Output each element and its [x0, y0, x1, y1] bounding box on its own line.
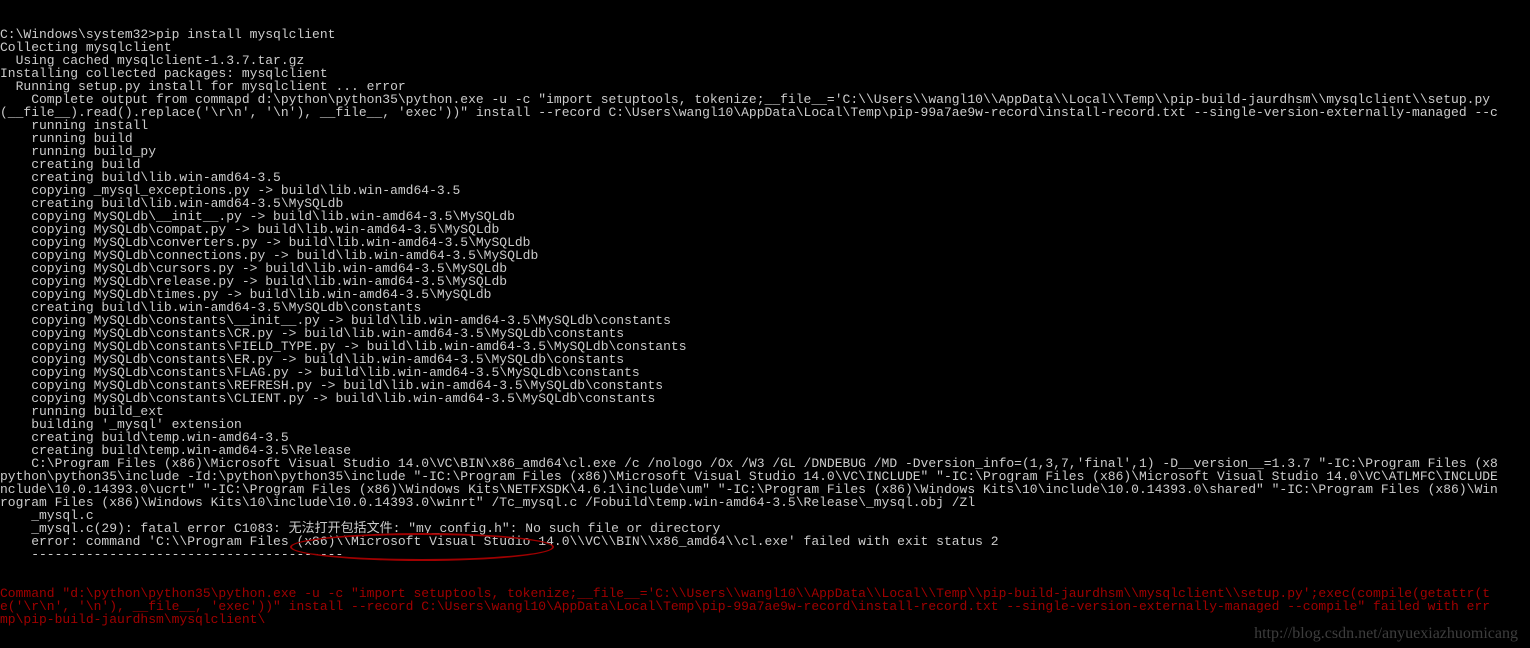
terminal-line: running build: [0, 132, 1530, 145]
terminal-line: ----------------------------------------: [0, 548, 1530, 561]
terminal-line: running install: [0, 119, 1530, 132]
terminal-output[interactable]: C:\Windows\system32>pip install mysqlcli…: [0, 0, 1530, 639]
terminal-line: (__file__).read().replace('\r\n', '\n'),…: [0, 106, 1530, 119]
watermark-text: http://blog.csdn.net/anyuexiazhuomicang: [1254, 627, 1518, 640]
terminal-lines-error: Command "d:\python\python35\python.exe -…: [0, 587, 1530, 626]
terminal-line: copying MySQLdb\constants\CLIENT.py -> b…: [0, 392, 1530, 405]
terminal-line: running build_py: [0, 145, 1530, 158]
terminal-line: C:\Windows\system32>pip install mysqlcli…: [0, 28, 1530, 41]
terminal-line: rogram Files (x86)\Windows Kits\10\inclu…: [0, 496, 1530, 509]
terminal-lines-white: C:\Windows\system32>pip install mysqlcli…: [0, 28, 1530, 561]
